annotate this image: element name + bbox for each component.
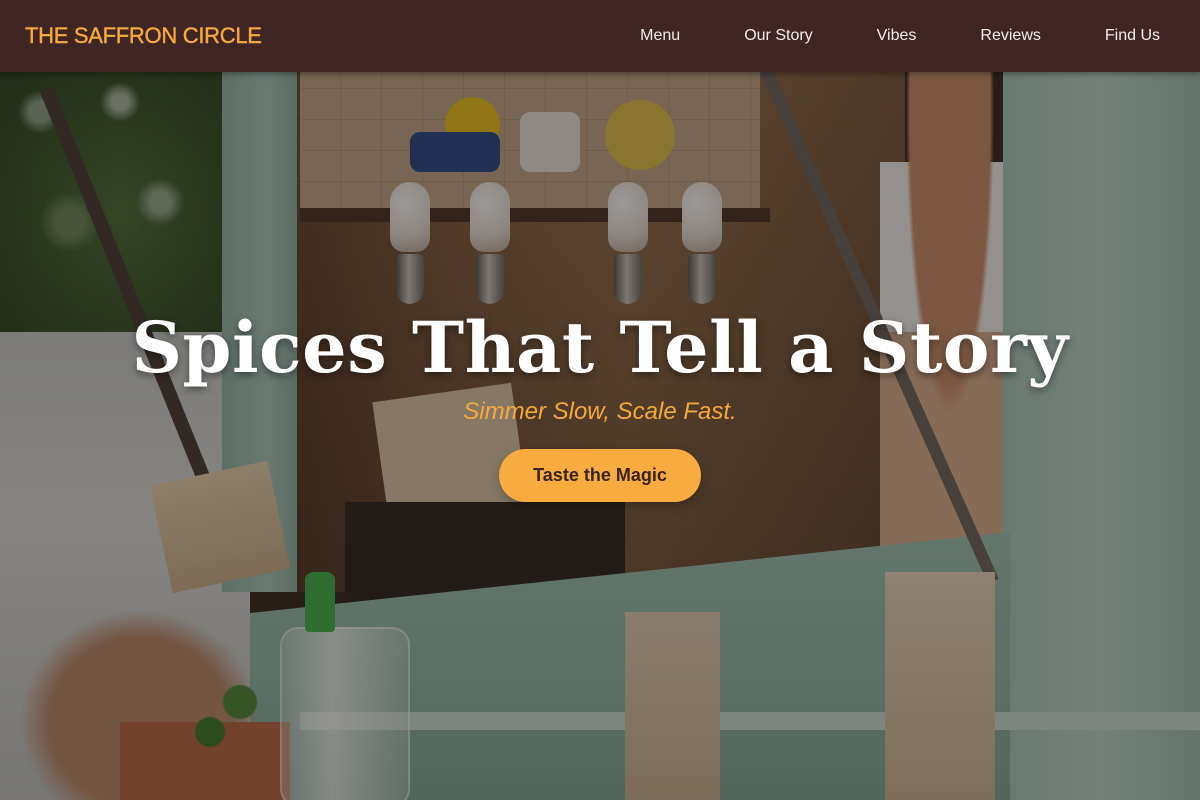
- nav-link-our-story[interactable]: Our Story: [744, 27, 812, 45]
- nav-link-vibes[interactable]: Vibes: [877, 27, 917, 45]
- nav-link-menu[interactable]: Menu: [640, 27, 680, 45]
- site-header: THE SAFFRON CIRCLE Menu Our Story Vibes …: [0, 0, 1200, 72]
- brand-logo[interactable]: THE SAFFRON CIRCLE: [25, 23, 262, 49]
- nav-link-find-us[interactable]: Find Us: [1105, 27, 1160, 45]
- hero-content: Spices That Tell a Story Simmer Slow, Sc…: [0, 72, 1200, 800]
- taste-the-magic-button[interactable]: Taste the Magic: [499, 449, 701, 502]
- hero-tagline: Simmer Slow, Scale Fast.: [463, 398, 737, 425]
- hero-section: Spices That Tell a Story Simmer Slow, Sc…: [0, 72, 1200, 800]
- hero-title: Spices That Tell a Story: [131, 306, 1069, 389]
- main-nav: Menu Our Story Vibes Reviews Find Us: [640, 27, 1160, 45]
- nav-link-reviews[interactable]: Reviews: [980, 27, 1040, 45]
